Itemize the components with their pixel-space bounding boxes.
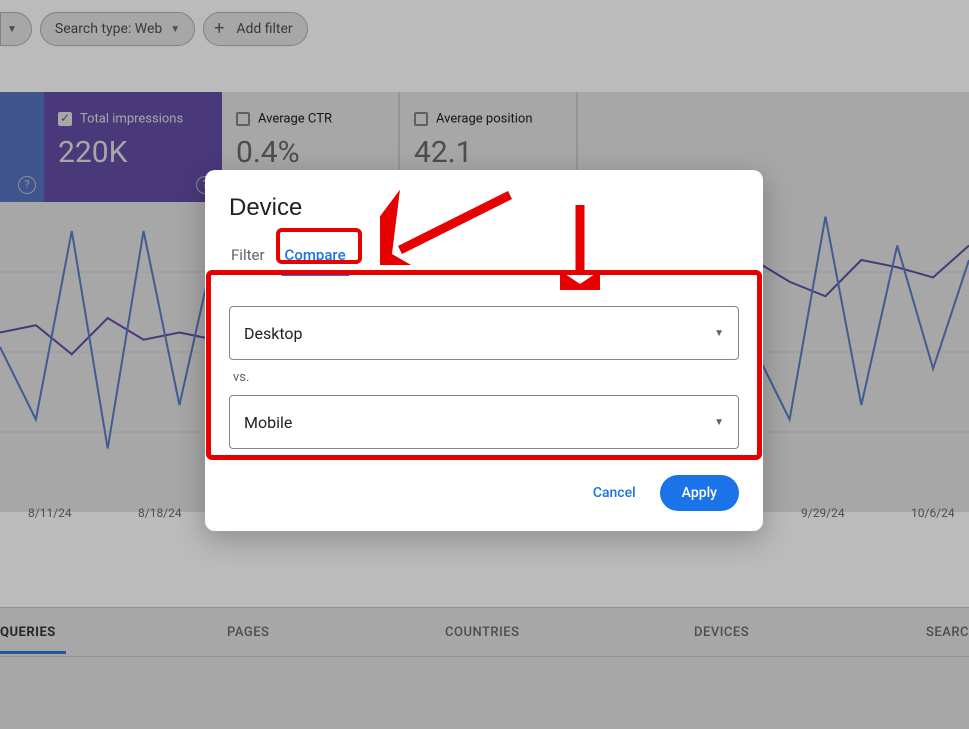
select-value: Desktop: [244, 324, 303, 343]
select-device-a[interactable]: Desktop ▼: [229, 306, 739, 360]
chevron-down-icon: ▼: [714, 417, 724, 428]
tab-compare[interactable]: Compare: [271, 240, 360, 270]
select-value: Mobile: [244, 413, 292, 432]
cancel-button[interactable]: Cancel: [577, 475, 652, 511]
vs-label: vs.: [233, 370, 739, 385]
device-filter-modal: Device Filter Compare Desktop ▼ vs. Mobi…: [205, 170, 763, 531]
chevron-down-icon: ▼: [714, 328, 724, 339]
select-device-b[interactable]: Mobile ▼: [229, 395, 739, 449]
apply-button[interactable]: Apply: [660, 475, 739, 511]
tab-filter[interactable]: Filter: [229, 240, 267, 270]
modal-title: Device: [229, 194, 739, 222]
